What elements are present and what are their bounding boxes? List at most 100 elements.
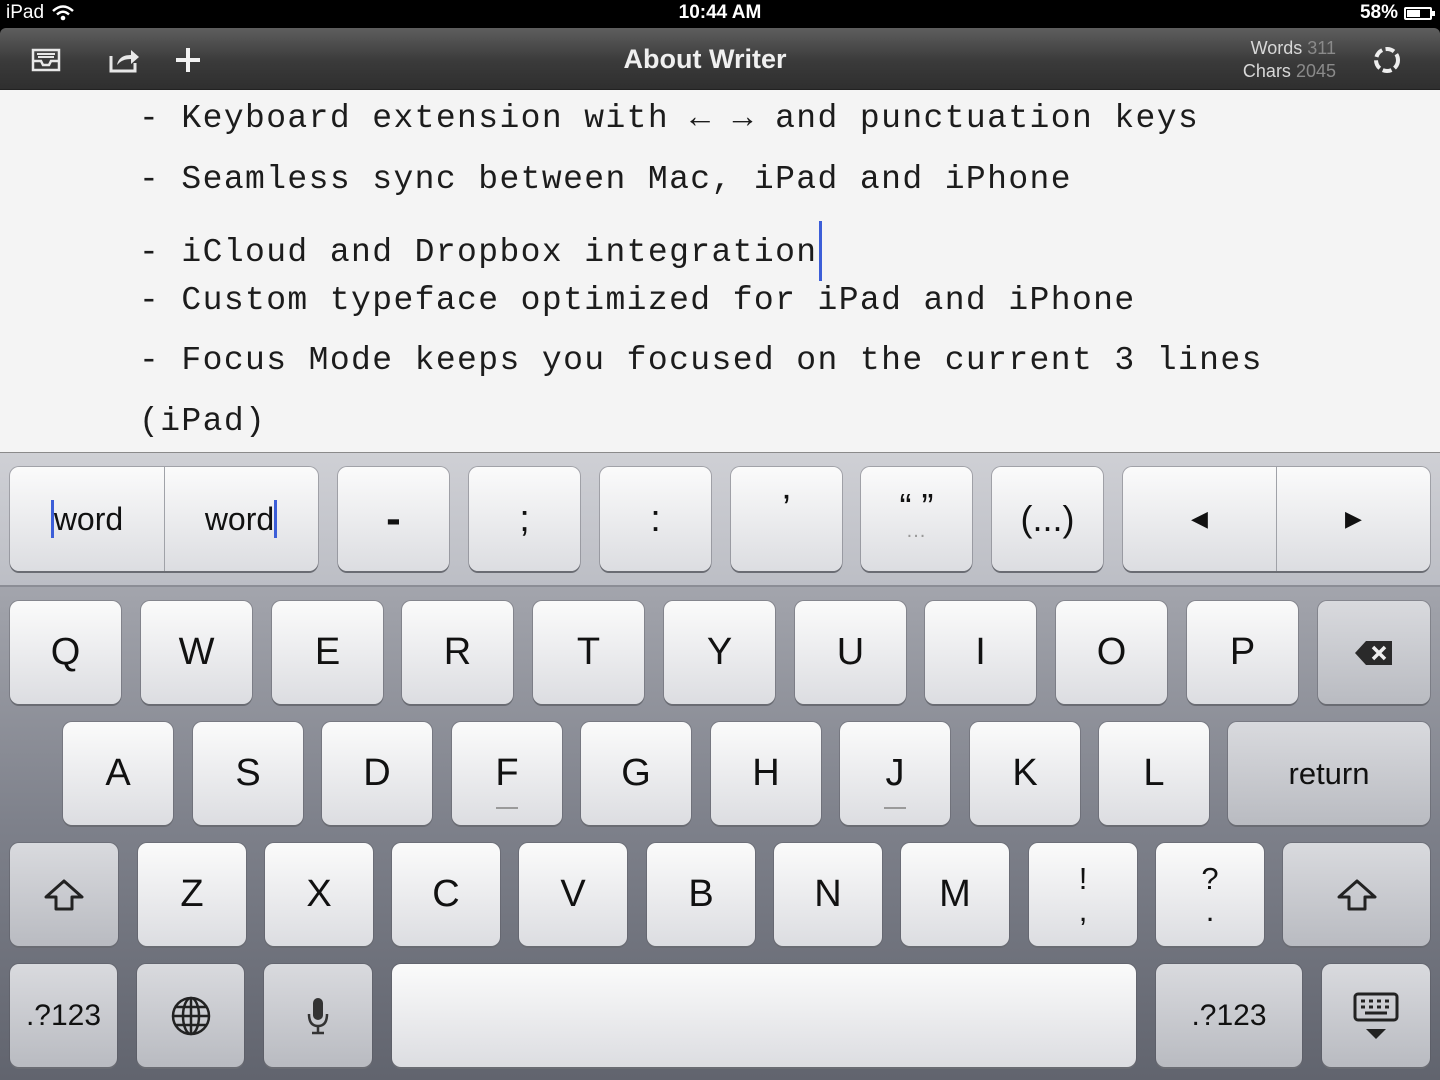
key-z[interactable]: Z [138,843,246,946]
parentheses-key[interactable]: (...) [992,467,1103,571]
quotes-label: “ ” [899,486,934,527]
key-label: O [1096,631,1127,673]
numbers-right-key[interactable]: .?123 [1156,964,1302,1067]
excl-bottom: , [1078,892,1088,928]
key-o[interactable]: O [1056,601,1167,704]
key-e[interactable]: E [272,601,383,704]
key-d[interactable]: D [322,722,432,825]
space-bar[interactable] [392,964,1136,1067]
key-label: B [688,873,714,915]
dash-key[interactable]: - [338,467,449,571]
excl-top: ! [1078,860,1088,896]
return-label: return [1288,755,1370,791]
editor-line: - Keyboard extension with ← → and punctu… [139,100,1200,137]
globe-icon [171,996,210,1035]
key-w[interactable]: W [141,601,252,704]
dictation-key[interactable] [264,964,372,1067]
key-s[interactable]: S [193,722,303,825]
text-caret [818,221,822,281]
key-label: G [621,752,651,794]
key-label: V [560,873,586,915]
word-left-label: word [53,500,124,537]
document-title: About Writer [623,44,787,74]
shift-left-key[interactable] [10,843,118,946]
key-label: T [576,631,601,673]
exclamation-comma-key[interactable]: !, [1029,843,1137,946]
key-label: K [1012,752,1038,794]
colon-label: : [650,497,661,540]
key-label: L [1143,752,1165,794]
backspace-key[interactable] [1318,601,1430,704]
key-n[interactable]: N [774,843,882,946]
key-p[interactable]: P [1187,601,1298,704]
editor-line-text: - iCloud and Dropbox integration [139,234,818,271]
shift-icon [1337,879,1376,910]
key-label: N [814,873,842,915]
key-label: P [1229,631,1256,673]
key-u[interactable]: U [795,601,906,704]
words-value: 311 [1307,38,1336,58]
colon-key[interactable]: : [600,467,711,571]
key-g[interactable]: G [581,722,691,825]
word-right-button[interactable]: word [164,467,318,571]
quotes-dots: ... [906,520,927,542]
semicolon-key[interactable]: ; [469,467,580,571]
right-arrow-key[interactable]: ▶ [1277,467,1430,571]
quotes-key[interactable]: “ ”... [861,467,972,571]
key-label: M [939,873,971,915]
chars-value: 2045 [1295,61,1336,81]
key-a[interactable]: A [63,722,173,825]
key-l[interactable]: L [1099,722,1209,825]
key-label: Y [706,631,733,673]
left-arrow-key[interactable]: ◀ [1123,467,1276,571]
apostrophe-key[interactable]: ’ [731,467,842,571]
key-j[interactable]: J [840,722,950,825]
key-label: S [235,752,261,794]
key-h[interactable]: H [711,722,821,825]
globe-key[interactable] [137,964,244,1067]
key-label: A [105,752,131,794]
key-label: J [885,752,905,794]
key-t[interactable]: T [533,601,644,704]
key-label: W [178,631,215,673]
dash-label: - [386,494,401,543]
key-i[interactable]: I [925,601,1036,704]
keyboard-dismiss-icon [1353,992,1399,1039]
word-char-counts: Words 311 Chars 2045 [1243,37,1336,83]
toolbar: About Writer Words 311 Chars 2045 [0,28,1440,90]
key-v[interactable]: V [519,843,627,946]
shift-icon [44,879,84,910]
key-label: F [495,752,519,794]
key-k[interactable]: K [970,722,1080,825]
editor-line: - Seamless sync between Mac, iPad and iP… [139,161,1072,198]
return-key[interactable]: return [1228,722,1430,825]
shift-right-key[interactable] [1283,843,1430,946]
battery-icon [1404,6,1435,20]
key-c[interactable]: C [392,843,500,946]
dismiss-keyboard-key[interactable] [1322,964,1430,1067]
key-label: Z [180,873,204,915]
editor-line: - Custom typeface optimized for iPad and… [139,282,1136,319]
key-y[interactable]: Y [664,601,775,704]
key-x[interactable]: X [265,843,373,946]
numbers-left-label: .?123 [25,998,102,1032]
key-r[interactable]: R [402,601,513,704]
key-label: Q [50,631,81,673]
home-row-marker [496,807,518,809]
text-editor[interactable]: - Keyboard extension with ← → and punctu… [0,90,1440,452]
battery-fill [1407,9,1420,17]
key-f[interactable]: F [452,722,562,825]
word-right-label: word [204,500,275,537]
key-q[interactable]: Q [10,601,121,704]
numbers-left-key[interactable]: .?123 [10,964,117,1067]
editor-line: (iPad) [139,403,267,440]
editor-line: - Focus Mode keeps you focused on the cu… [139,342,1263,379]
word-left-button[interactable]: word [10,467,164,571]
question-period-key[interactable]: ?. [1156,843,1264,946]
key-m[interactable]: M [901,843,1009,946]
key-b[interactable]: B [647,843,755,946]
status-bar: iPad 10:44 AM 58% [0,0,1440,28]
sync-icon[interactable] [1367,40,1407,80]
keyboard-extension-row: word word - ; : ’ “ ”... (...) ◀ ▶ [0,453,1440,587]
left-arrow-label: ◀ [1191,506,1208,531]
